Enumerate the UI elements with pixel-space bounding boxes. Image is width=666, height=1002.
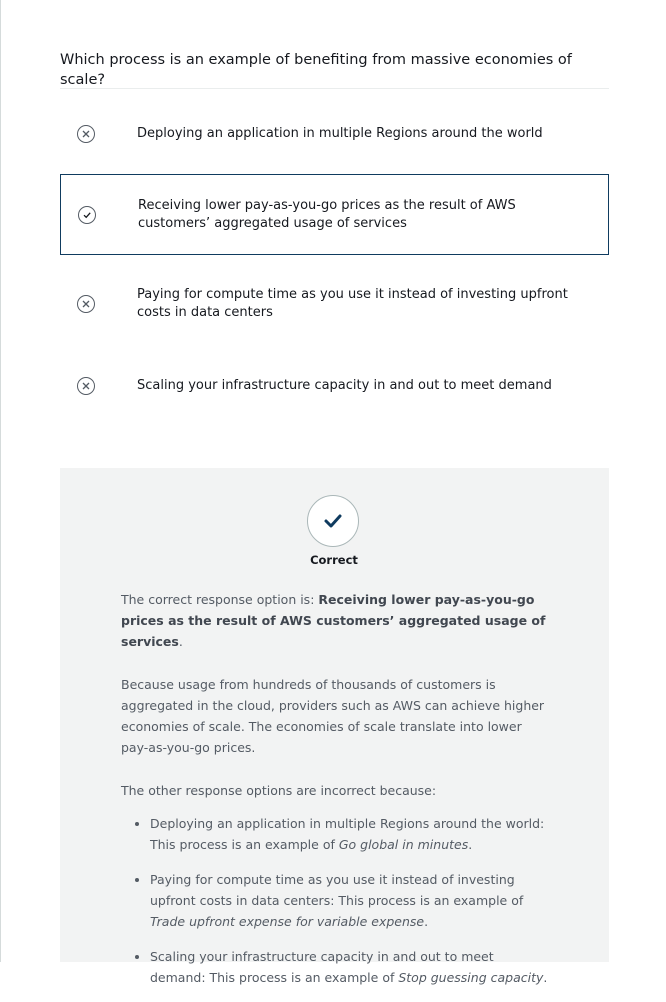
question-divider: [60, 88, 609, 89]
list-item-end: .: [468, 837, 473, 852]
list-item-end: .: [543, 970, 548, 985]
list-item-end: .: [424, 914, 429, 929]
list-item: Deploying an application in multiple Reg…: [150, 813, 551, 855]
list-item-emphasis: Trade upfront expense for variable expen…: [150, 914, 425, 929]
list-item-emphasis: Go global in minutes: [338, 837, 469, 852]
list-item-text: Paying for compute time as you use it in…: [150, 872, 524, 908]
answer-option-label: Receiving lower pay-as-you-go prices as …: [138, 198, 516, 231]
checkmark-icon: [324, 514, 342, 528]
question-text: Which process is an example of benefitin…: [60, 52, 572, 88]
answer-option-3[interactable]: Paying for compute time as you use it in…: [60, 278, 609, 334]
x-circle-icon: [77, 377, 95, 395]
correct-response-prefix: The correct response option is:: [121, 592, 319, 607]
explanation-paragraph: Because usage from hundreds of thousands…: [121, 677, 545, 755]
correct-response-paragraph: The correct response option is: Receivin…: [121, 589, 551, 652]
answer-option-label: Deploying an application in multiple Reg…: [137, 126, 543, 141]
list-item: Paying for compute time as you use it in…: [150, 869, 551, 932]
x-circle-icon: [77, 125, 95, 143]
x-circle-icon: [77, 295, 95, 313]
list-item-emphasis: Stop guessing capacity: [398, 970, 544, 985]
correct-response-suffix: .: [178, 634, 183, 649]
correct-badge: [307, 495, 359, 547]
list-item: Scaling your infrastructure capacity in …: [150, 946, 551, 988]
answer-option-label: Scaling your infrastructure capacity in …: [137, 378, 552, 393]
feedback-status: Correct: [310, 553, 358, 567]
answer-option-2[interactable]: Receiving lower pay-as-you-go prices as …: [60, 174, 609, 255]
others-intro: The other response options are incorrect…: [121, 783, 437, 798]
answer-option-4[interactable]: Scaling your infrastructure capacity in …: [60, 366, 609, 406]
feedback-body: The correct response option is: Receivin…: [121, 589, 551, 1002]
feedback-panel: Correct The correct response option is: …: [60, 468, 609, 985]
answer-option-1[interactable]: Deploying an application in multiple Reg…: [60, 114, 609, 154]
answer-option-label: Paying for compute time as you use it in…: [137, 287, 568, 320]
check-circle-icon: [78, 206, 96, 224]
left-border: [0, 0, 1, 962]
